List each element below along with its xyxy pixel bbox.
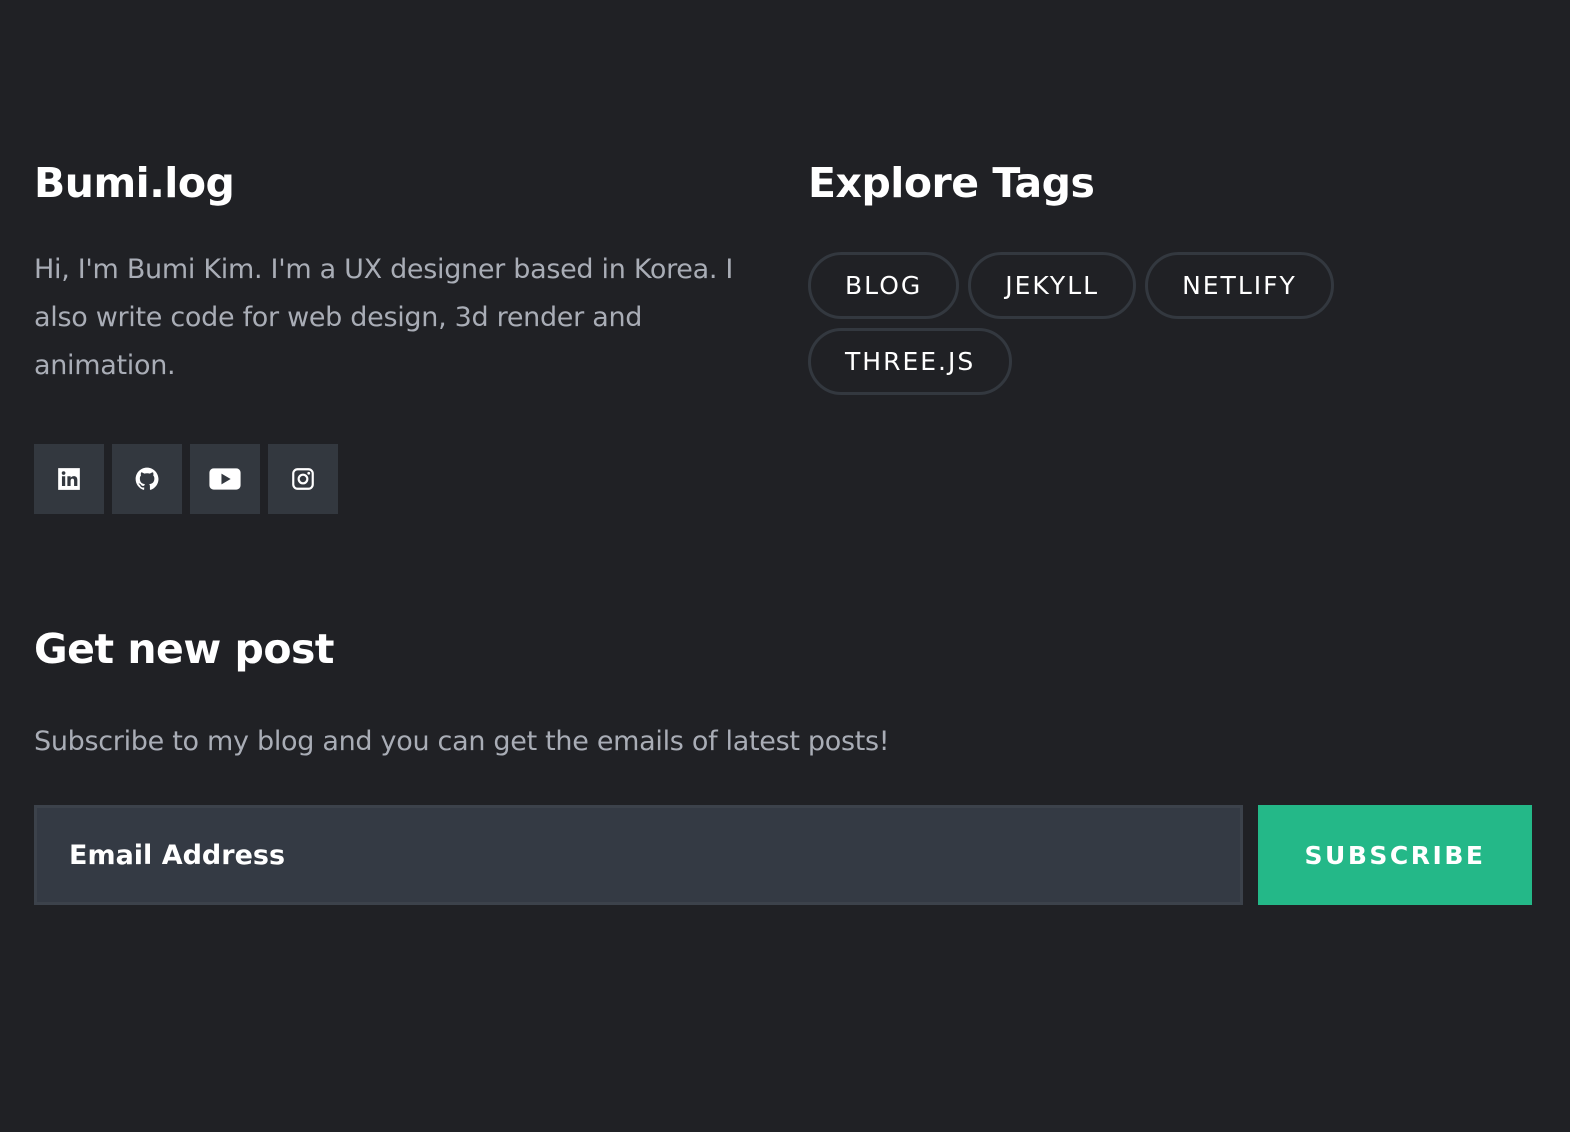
subscribe-section: Get new post Subscribe to my blog and yo… (34, 616, 1534, 762)
tag-netlify[interactable]: NETLIFY (1145, 252, 1334, 319)
instagram-link[interactable] (268, 444, 338, 514)
linkedin-link[interactable] (34, 444, 104, 514)
social-links (34, 444, 338, 514)
github-link[interactable] (112, 444, 182, 514)
tags-title: Explore Tags (808, 159, 1095, 207)
blog-title: Bumi.log (34, 159, 235, 207)
github-icon (135, 467, 159, 490)
subscribe-title: Get new post (34, 625, 335, 673)
tag-list: BLOG JEKYLL NETLIFY THREE.JS (808, 252, 1368, 395)
email-field[interactable] (34, 805, 1243, 905)
about-section: Bumi.log Hi, I'm Bumi Kim. I'm a UX desi… (34, 150, 744, 390)
youtube-link[interactable] (190, 444, 260, 514)
tags-section: Explore Tags (808, 150, 1368, 216)
tag-threejs[interactable]: THREE.JS (808, 328, 1013, 395)
subscribe-description: Subscribe to my blog and you can get the… (34, 726, 890, 757)
about-description: Hi, I'm Bumi Kim. I'm a UX designer base… (34, 254, 734, 381)
linkedin-icon (58, 468, 80, 490)
tag-blog[interactable]: BLOG (808, 252, 960, 319)
youtube-icon (209, 468, 241, 490)
instagram-icon (292, 468, 314, 490)
subscribe-button[interactable]: SUBSCRIBE (1258, 805, 1532, 905)
tag-jekyll[interactable]: JEKYLL (968, 252, 1137, 319)
